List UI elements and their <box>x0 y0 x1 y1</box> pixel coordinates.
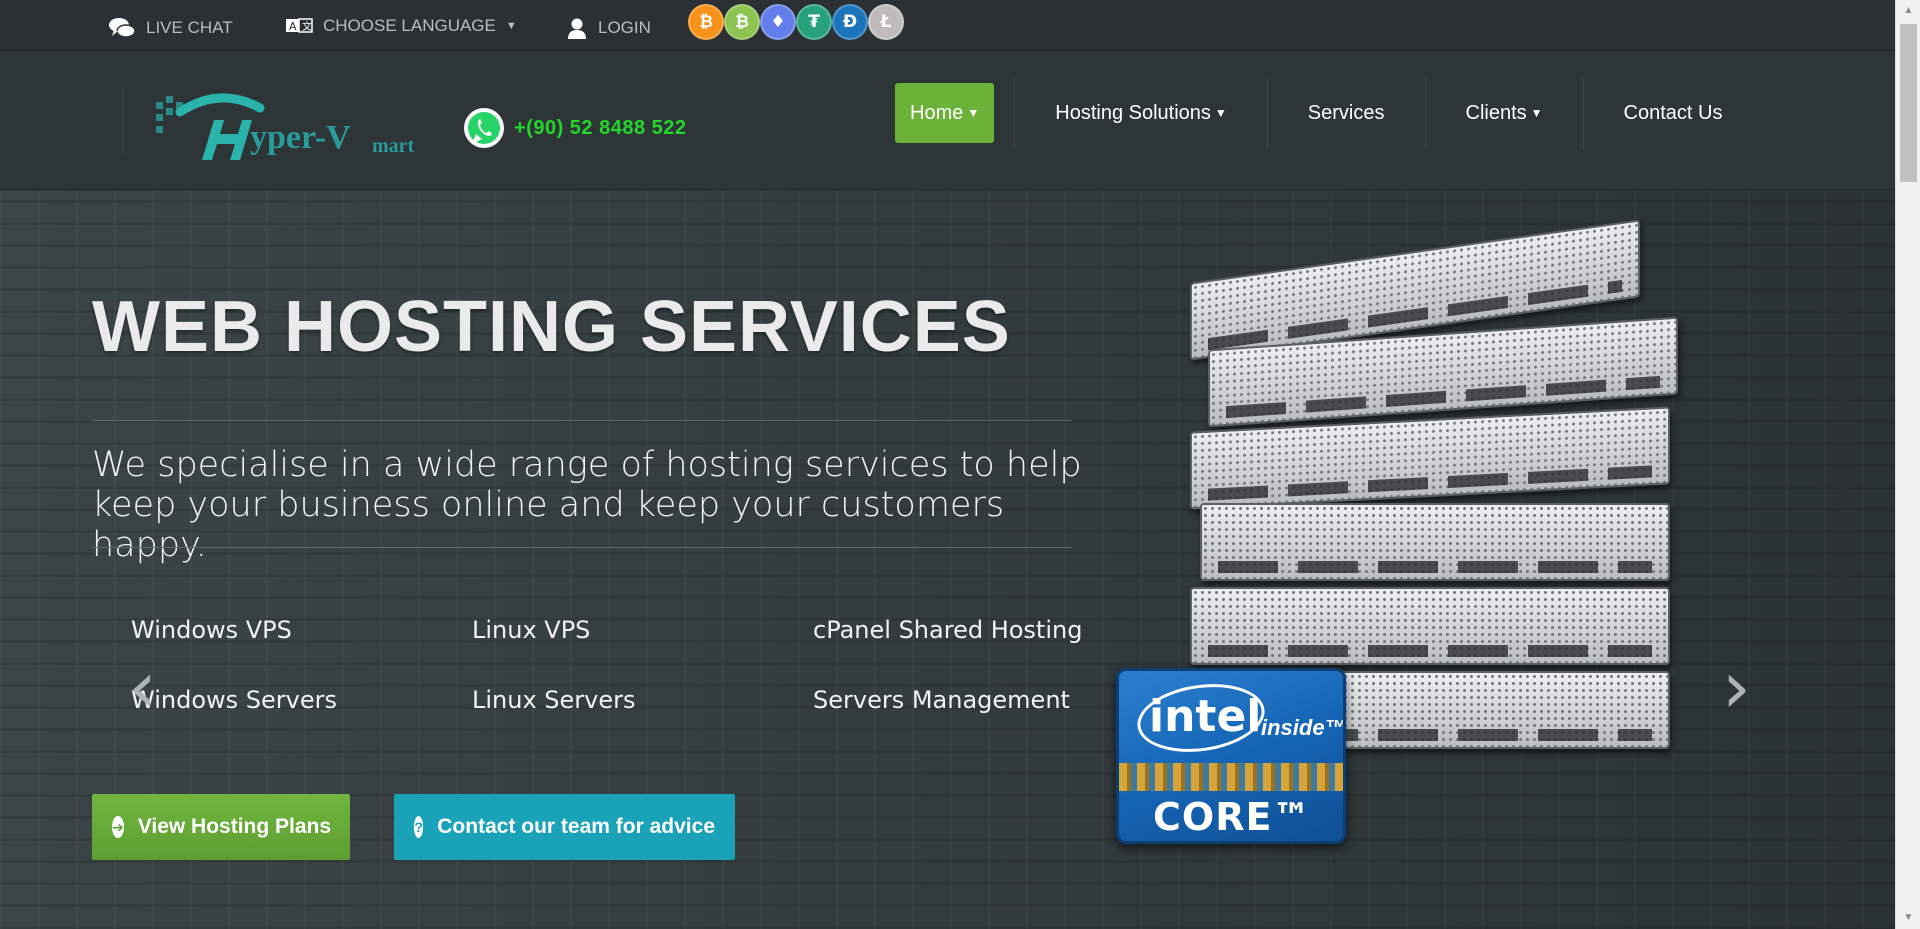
nav-contact[interactable]: Contact Us <box>1604 83 1743 143</box>
caret-down-icon: ▼ <box>1214 106 1227 120</box>
nav-services-label: Services <box>1307 102 1385 124</box>
service-item: Windows Servers <box>131 686 337 714</box>
language-selector[interactable]: A 文 CHOOSE LANGUAGE ▼ <box>285 16 517 36</box>
whatsapp-icon <box>464 108 504 148</box>
top-bar: LIVE CHAT A 文 CHOOSE LANGUAGE ▼ LOGIN ₿ ₿… <box>0 0 1895 51</box>
service-item: Linux VPS <box>472 616 591 644</box>
scrollbar-thumb[interactable] <box>1900 24 1917 182</box>
hero-divider-top <box>92 420 1072 421</box>
nav-home-label: Home <box>910 102 964 124</box>
view-hosting-plans-button[interactable]: ➔ View Hosting Plans <box>92 794 350 860</box>
contact-team-label: Contact our team for advice <box>437 815 715 838</box>
logo-divider <box>122 88 123 154</box>
hyper-vmart-logo[interactable]: yper-V mart <box>150 90 415 170</box>
nav-clients-label: Clients <box>1465 102 1527 124</box>
hero-slider: WEB HOSTING SERVICES We specialise in a … <box>0 191 1895 929</box>
crypto-payment-icons: ₿ ₿ ♦ ₮ Đ Ł <box>688 4 904 40</box>
nav-divider <box>1582 76 1584 150</box>
svg-text:yper-V: yper-V <box>250 119 351 156</box>
caret-down-icon: ▼ <box>505 20 517 32</box>
scroll-down-arrow-icon[interactable]: ▼ <box>1896 907 1920 929</box>
service-list: Windows VPS Linux VPS cPanel Shared Host… <box>131 616 1131 714</box>
nav-services[interactable]: Services <box>1288 83 1405 143</box>
view-plans-label: View Hosting Plans <box>137 815 332 838</box>
server-unit <box>1190 587 1670 665</box>
bitcoin-cash-icon: ₿ <box>724 4 760 40</box>
intel-inside-text: inside™ <box>1261 715 1346 740</box>
intel-logo-text: intel <box>1149 691 1262 742</box>
svg-text:mart: mart <box>372 135 415 157</box>
login-label: LOGIN <box>598 18 651 37</box>
nav-home[interactable]: Home ▼ <box>895 83 995 143</box>
service-item: Servers Management <box>813 686 1070 714</box>
hero-title: WEB HOSTING SERVICES <box>92 287 1011 367</box>
nav-divider <box>1014 76 1016 150</box>
login-link[interactable]: LOGIN <box>566 16 651 40</box>
service-item: Windows VPS <box>131 616 292 644</box>
caret-down-icon: ▼ <box>1530 106 1543 120</box>
vertical-scrollbar[interactable]: ▲ ▼ <box>1895 0 1920 929</box>
chat-icon <box>109 18 136 38</box>
service-item: Linux Servers <box>472 686 636 714</box>
nav-divider <box>1424 76 1426 150</box>
svg-text:A: A <box>289 20 297 33</box>
service-item: cPanel Shared Hosting <box>813 616 1083 644</box>
user-icon <box>568 18 586 39</box>
svg-text:文: 文 <box>302 20 312 33</box>
nav-hosting-label: Hosting Solutions <box>1055 102 1211 124</box>
translate-icon: A 文 <box>286 18 313 33</box>
nav-clients[interactable]: Clients ▼ <box>1446 83 1563 143</box>
arrow-circle-right-icon: ➔ <box>112 816 124 838</box>
nav-divider <box>1266 76 1268 150</box>
live-chat-label: LIVE CHAT <box>146 18 233 37</box>
language-label: CHOOSE LANGUAGE <box>323 16 496 35</box>
tether-icon: ₮ <box>796 4 832 40</box>
scroll-up-arrow-icon[interactable]: ▲ <box>1896 0 1920 22</box>
intel-core-i7-badge: intel inside™ CORE™ i7 <box>1116 668 1346 844</box>
dash-icon: Đ <box>832 4 868 40</box>
nav-hosting-solutions[interactable]: Hosting Solutions ▼ <box>1035 83 1247 143</box>
server-unit <box>1200 503 1670 581</box>
main-nav: Home ▼ Hosting Solutions ▼ Services Client… <box>895 76 1742 150</box>
bitcoin-icon: ₿ <box>688 4 724 40</box>
caret-down-icon: ▼ <box>967 106 980 120</box>
slider-next-arrow[interactable]: › <box>1722 651 1751 723</box>
whatsapp-phone[interactable]: +(90) 52 8488 522 <box>462 106 687 150</box>
main-header: yper-V mart +(90) 52 8488 522 Home ▼ Host… <box>0 52 1895 190</box>
hero-divider-bottom <box>92 547 1072 548</box>
nav-contact-label: Contact Us <box>1623 102 1723 124</box>
live-chat-link[interactable]: LIVE CHAT <box>108 16 233 40</box>
contact-team-button[interactable]: ? Contact our team for advice <box>394 794 735 860</box>
question-circle-icon: ? <box>414 816 424 838</box>
litecoin-icon: Ł <box>868 4 904 40</box>
ethereum-icon: ♦ <box>760 4 796 40</box>
phone-number: +(90) 52 8488 522 <box>514 116 687 139</box>
core-i7-text: CORE™ i7 <box>1153 795 1312 841</box>
chip-die-image <box>1119 763 1343 791</box>
slider-prev-arrow[interactable]: ‹ <box>128 651 157 723</box>
